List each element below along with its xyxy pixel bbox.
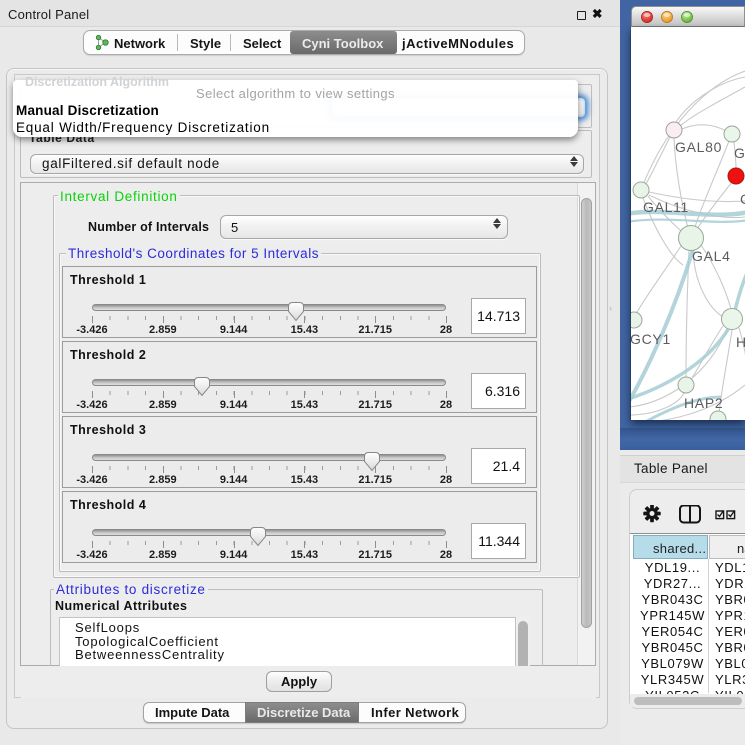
svg-text:GA: GA (734, 145, 745, 161)
svg-text:C: C (740, 191, 745, 207)
svg-text:GAL80: GAL80 (675, 139, 722, 155)
svg-text:GAL11: GAL11 (643, 199, 689, 215)
svg-text:GAL4: GAL4 (692, 248, 731, 264)
svg-text:GCY1: GCY1 (631, 331, 671, 347)
svg-text:H: H (736, 334, 745, 350)
svg-text:HAP2: HAP2 (684, 395, 723, 411)
